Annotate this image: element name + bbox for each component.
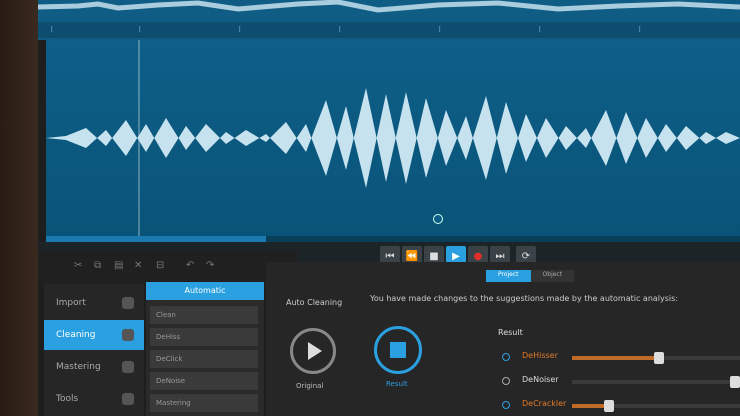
sidebar-item-cleaning[interactable]: Cleaning [44,320,144,350]
paste-icon[interactable]: ▤ [114,260,126,272]
list-item[interactable]: DeClick [150,350,258,368]
sidebar-item-label: Cleaning [56,330,96,340]
ruler-tick: | [538,26,542,33]
sidebar-nav: Import Cleaning Mastering Tools [44,284,144,416]
panel-tabs: Project Object [486,270,575,282]
waveform [46,88,740,188]
result-button-label: Result [386,380,408,388]
dehisser-toggle[interactable] [502,353,510,361]
preset-list-header[interactable]: Automatic [146,282,264,300]
cleaning-panel: Project Object Auto Cleaning You have ma… [266,262,740,416]
import-icon [122,297,134,309]
app-window: | | | | | | | ⏮ ⏪ ■ ▶ ● ⏭ ⟳ ✂ ⧉ ▤ ✕ ⊟ ↶ … [38,0,740,416]
slider-handle[interactable] [654,352,665,364]
sidebar-item-label: Mastering [56,362,101,372]
decrackler-slider[interactable] [572,400,740,412]
result-stop-button[interactable] [374,326,422,374]
undo-icon[interactable]: ↶ [186,260,198,272]
zoom-handle[interactable] [433,214,443,224]
edit-toolbar: ✂ ⧉ ▤ ✕ ⊟ ↶ ↷ [38,250,298,284]
delete-icon[interactable]: ✕ [134,260,146,272]
trim-icon[interactable]: ⊟ [156,260,168,272]
slider-handle[interactable] [603,400,614,412]
tab-object[interactable]: Object [530,270,575,282]
slider-fill [572,356,660,360]
sidebar-item-label: Tools [56,394,79,404]
sidebar-item-tools[interactable]: Tools [44,384,144,414]
ruler-tick: | [238,26,242,33]
list-item[interactable]: DeHiss [150,328,258,346]
ruler-tick: | [338,26,342,33]
time-ruler[interactable]: | | | | | | | [38,22,740,38]
decrackler-toggle[interactable] [502,401,510,409]
ruler-tick: | [138,26,142,33]
cut-icon[interactable]: ✂ [74,260,86,272]
waveform-view[interactable] [46,40,740,236]
original-play-button[interactable] [290,328,336,374]
overview-track[interactable]: | | | | | | | [38,0,740,40]
sidebar-item-label: Import [56,298,86,308]
auto-cleaning-label: Auto Cleaning [286,298,343,307]
mastering-icon [122,361,134,373]
original-label: Original [296,382,324,390]
copy-icon[interactable]: ⧉ [94,260,106,272]
tab-project[interactable]: Project [486,270,531,282]
changes-notice: You have made changes to the suggestions… [370,294,679,303]
decrackler-label: DeCrackler [522,399,567,408]
list-item[interactable]: Mastering [150,394,258,412]
cleaning-icon [122,329,134,341]
denoiser-slider[interactable] [572,376,740,388]
redo-icon[interactable]: ↷ [206,260,218,272]
denoiser-label: DeNoiser [522,375,559,384]
playhead[interactable] [138,40,140,236]
monitor-bezel [0,0,40,416]
stop-icon [390,342,406,358]
dehisser-slider[interactable] [572,352,740,364]
slider-fill [572,380,740,384]
ruler-tick: | [638,26,642,33]
preset-list: Automatic Clean DeHiss DeClick DeNoise M… [146,282,264,416]
list-item[interactable]: Clean [150,306,258,324]
sidebar-item-import[interactable]: Import [44,288,144,318]
tools-icon [122,393,134,405]
play-icon [308,342,322,360]
result-heading: Result [498,328,523,337]
sidebar-item-mastering[interactable]: Mastering [44,352,144,382]
dehisser-label: DeHisser [522,351,558,360]
decrackler-row: DeCrackler [502,398,740,414]
dehisser-row: DeHisser [502,350,740,366]
denoiser-row: DeNoiser [502,374,740,390]
ruler-tick: | [438,26,442,33]
slider-handle[interactable] [730,376,740,388]
denoiser-toggle[interactable] [502,377,510,385]
overview-waveform [38,0,740,13]
list-item[interactable]: DeNoise [150,372,258,390]
ruler-tick: | [50,26,54,33]
